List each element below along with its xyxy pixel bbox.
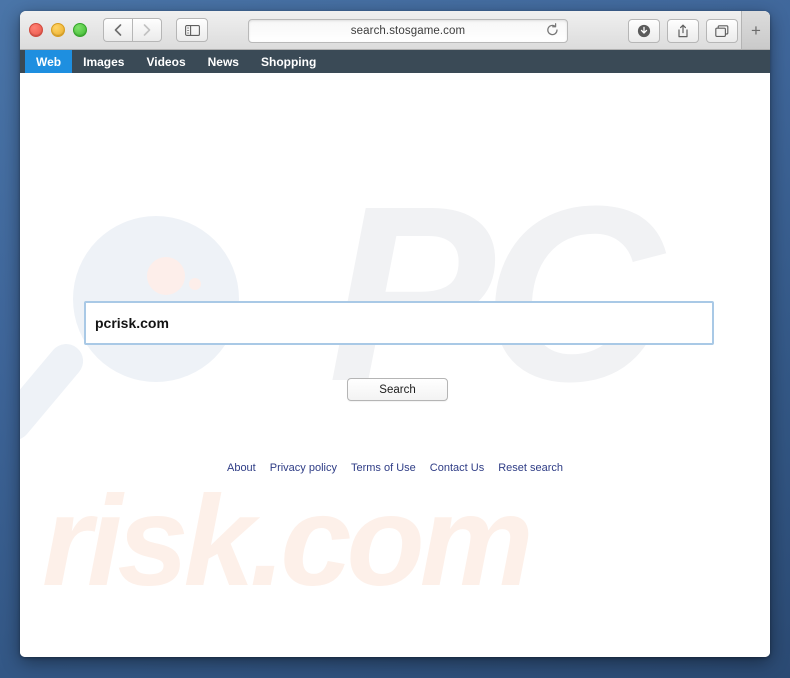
nav-item-label: News	[207, 54, 239, 69]
search-page-content: PC risk.com pcrisk.com Search About Priv…	[20, 73, 770, 657]
sidebar-toggle-icon	[184, 24, 200, 36]
search-button-label: Search	[379, 383, 416, 396]
site-category-nav: Web Images Videos News Shopping	[20, 50, 770, 73]
close-button[interactable]	[29, 23, 43, 37]
nav-item-shopping[interactable]: Shopping	[250, 50, 327, 73]
footer-link-contact-us[interactable]: Contact Us	[430, 462, 484, 474]
show-tabs-button[interactable]	[706, 19, 738, 43]
reload-icon[interactable]	[546, 23, 559, 42]
nav-item-label: Web	[36, 54, 62, 69]
new-tab-button[interactable]: +	[741, 11, 770, 49]
browser-toolbar: search.stosgame.com +	[20, 11, 770, 50]
footer-link-terms-of-use[interactable]: Terms of Use	[351, 462, 416, 474]
reload-glyph-icon	[547, 23, 558, 36]
show-tabs-icon	[715, 24, 729, 37]
toolbar-right-buttons	[628, 19, 738, 43]
chevron-right-icon	[143, 24, 151, 36]
browser-window: search.stosgame.com + Web Images Videos …	[20, 11, 770, 657]
magnifier-handle-icon	[20, 337, 91, 448]
nav-item-videos[interactable]: Videos	[135, 50, 196, 73]
nav-item-label: Videos	[146, 54, 186, 69]
search-input[interactable]: pcrisk.com	[84, 301, 714, 345]
footer-link-about[interactable]: About	[227, 462, 256, 474]
zoom-button[interactable]	[73, 23, 87, 37]
navigation-buttons	[103, 18, 162, 42]
watermark-dot	[147, 257, 185, 295]
back-button[interactable]	[103, 18, 132, 42]
address-bar[interactable]: search.stosgame.com	[248, 19, 568, 43]
share-icon	[678, 24, 688, 38]
forward-button[interactable]	[132, 18, 162, 42]
minimize-button[interactable]	[51, 23, 65, 37]
watermark-dot	[189, 278, 201, 290]
search-button[interactable]: Search	[347, 378, 448, 401]
download-icon	[637, 24, 651, 38]
magnifier-watermark-icon	[73, 216, 239, 382]
search-input-value: pcrisk.com	[95, 315, 169, 331]
nav-item-label: Images	[83, 54, 125, 69]
footer-link-reset-search[interactable]: Reset search	[498, 462, 563, 474]
nav-item-images[interactable]: Images	[72, 50, 135, 73]
nav-item-web[interactable]: Web	[25, 50, 73, 73]
address-bar-url: search.stosgame.com	[350, 25, 466, 37]
nav-item-label: Shopping	[260, 54, 317, 69]
footer-link-privacy-policy[interactable]: Privacy policy	[270, 462, 337, 474]
footer-links: About Privacy policy Terms of Use Contac…	[20, 462, 770, 474]
downloads-button[interactable]	[628, 19, 660, 43]
share-button[interactable]	[667, 19, 699, 43]
chevron-left-icon	[114, 24, 122, 36]
new-tab-label: +	[751, 20, 761, 40]
desktop-background: search.stosgame.com + Web Images Videos …	[0, 0, 790, 678]
sidebar-toggle-button[interactable]	[176, 18, 208, 42]
nav-item-news[interactable]: News	[197, 50, 250, 73]
watermark-text-riskcom: risk.com	[42, 470, 533, 613]
window-traffic-lights	[29, 23, 87, 37]
